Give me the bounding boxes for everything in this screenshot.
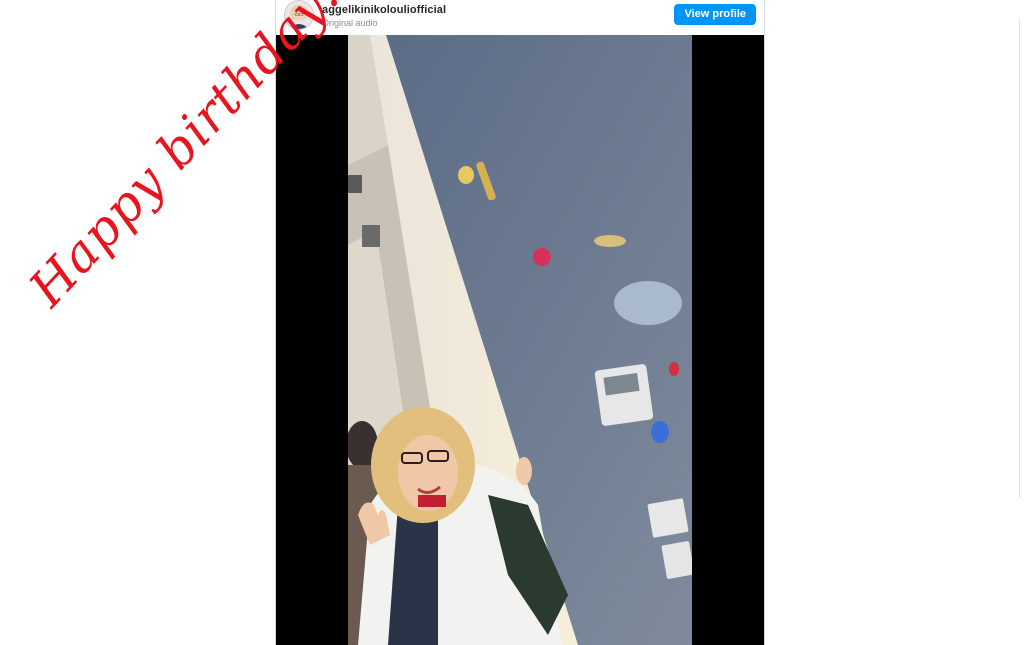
video-still xyxy=(348,35,692,645)
video-frame[interactable] xyxy=(348,35,692,645)
page-edge-divider xyxy=(1019,18,1020,498)
page: aggelikinikolouliofficial Original audio… xyxy=(0,0,1024,645)
view-profile-button[interactable]: View profile xyxy=(674,4,756,25)
video-player[interactable] xyxy=(276,35,764,645)
instagram-embed: aggelikinikolouliofficial Original audio… xyxy=(275,0,765,645)
